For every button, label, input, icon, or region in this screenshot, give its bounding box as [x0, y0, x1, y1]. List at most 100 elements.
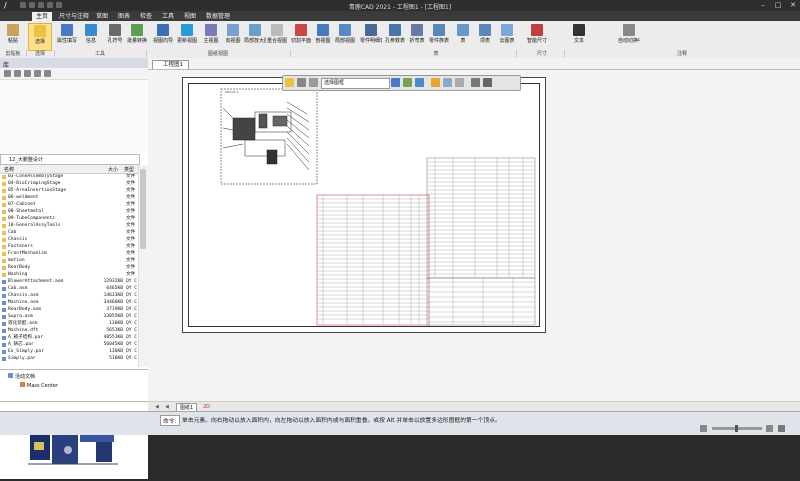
file-row[interactable]: 05-AreaInsertionStage 文件	[0, 188, 138, 194]
file-row[interactable]: Machine.asm 34466KB QY C	[0, 300, 138, 306]
settings-icon[interactable]	[471, 78, 480, 87]
ribbon-button-10[interactable]: 局部放大图	[244, 23, 266, 49]
tab-inspect[interactable]: 检查	[136, 12, 156, 21]
ribbon-button-21[interactable]: 云图表	[496, 23, 518, 49]
ribbon-button-14[interactable]: 局部视图	[334, 23, 356, 49]
zoom-out-icon[interactable]	[700, 425, 707, 432]
tree-item-mass-center[interactable]: Mass Center	[20, 382, 58, 389]
parts-list-table-left[interactable]	[316, 194, 430, 326]
file-row[interactable]: Chassis 文件	[0, 237, 138, 243]
ribbon-button-17[interactable]: 折弯表	[406, 23, 428, 49]
file-row[interactable]: 10-GeneralAssyTools 文件	[0, 223, 138, 229]
file-list-scrollbar[interactable]	[138, 165, 148, 367]
tab-dimension[interactable]: 尺寸与注释	[55, 12, 93, 21]
file-row[interactable]: Fasteners 文件	[0, 244, 138, 250]
minimize-button[interactable]: –	[756, 0, 770, 11]
file-row[interactable]: Chassis.asm 14633KB QY C	[0, 293, 138, 299]
rectangle-select-icon[interactable]	[431, 78, 440, 87]
file-row[interactable]: RearBody.asm 3719KB QY C	[0, 307, 138, 313]
ribbon-button-11[interactable]: 重合视图	[266, 23, 288, 49]
column-size[interactable]: 大小	[108, 166, 118, 173]
file-row[interactable]: 06-weldment 文件	[0, 195, 138, 201]
fit-view-icon[interactable]	[778, 425, 785, 432]
ribbon-button-16[interactable]: 孔参数表	[384, 23, 406, 49]
drawing-sheet[interactable]: GROUP 2	[182, 77, 546, 333]
file-row[interactable]: 04-BioCrimpingStage 文件	[0, 181, 138, 187]
filter-funnel-icon[interactable]	[403, 78, 412, 87]
ribbon-button-8[interactable]: 主视图	[200, 23, 222, 49]
ribbon-button-23[interactable]: 文本	[568, 23, 590, 49]
ribbon-button-3[interactable]: 信息	[80, 23, 102, 49]
close-button[interactable]: ✕	[786, 0, 800, 11]
ribbon-button-6[interactable]: 视图向导	[152, 23, 174, 49]
file-row[interactable]: 09-TubeComponents 文件	[0, 216, 138, 222]
file-row[interactable]: Supra.asm 33055KB QY C	[0, 314, 138, 320]
ribbon-button-22[interactable]: 智能尺寸	[526, 23, 548, 49]
sheet-tab-2d[interactable]: 2D	[200, 403, 213, 411]
file-row[interactable]: A_箱子结构.par 40551KB QY C	[0, 335, 138, 341]
ribbon-button-5[interactable]: 批量转换	[126, 23, 148, 49]
tab-data-management[interactable]: 数据管理	[202, 12, 234, 21]
drawing-workspace[interactable]: 工程图1 GROUP 2 选择图框	[148, 58, 800, 420]
tab-sketch[interactable]: 草图	[92, 12, 112, 21]
ribbon-button-15[interactable]: 零件明细表	[360, 23, 382, 49]
ribbon-button-0[interactable]: 粘贴	[2, 23, 24, 49]
ribbon-button-12[interactable]: 切割平面	[290, 23, 312, 49]
forward-icon[interactable]	[14, 70, 21, 77]
select-filter-icon[interactable]	[415, 78, 424, 87]
ribbon-button-24[interactable]: 自动切换中心线	[618, 23, 640, 49]
file-row[interactable]: FrontMechanism 文件	[0, 251, 138, 257]
ribbon-button-2[interactable]: 属性填写	[56, 23, 78, 49]
file-row[interactable]: Machine.dft 5651KB QY C	[0, 328, 138, 334]
polygon-select-icon[interactable]	[443, 78, 452, 87]
parts-list-table-right[interactable]	[426, 157, 536, 326]
maximize-button[interactable]: □	[771, 0, 785, 11]
file-row[interactable]: Washing 文件	[0, 272, 138, 278]
ribbon-button-9[interactable]: 向视图	[222, 23, 244, 49]
file-row[interactable]: RearBody 文件	[0, 265, 138, 271]
ribbon-button-19[interactable]: 表	[452, 23, 474, 49]
close-toolbar-icon[interactable]	[483, 78, 492, 87]
tab-chart[interactable]: 图表	[114, 12, 134, 21]
scrollbar-thumb[interactable]	[140, 169, 146, 249]
up-folder-icon[interactable]	[24, 70, 31, 77]
select-tool-icon[interactable]	[285, 78, 294, 87]
column-type[interactable]: 类型	[124, 166, 134, 173]
frame-type-select[interactable]: 选择图框	[321, 78, 390, 89]
tab-tools[interactable]: 工具	[158, 12, 178, 21]
file-row[interactable]: Cab 文件	[0, 230, 138, 236]
file-row[interactable]: A_铸芯.par 56045KB QY C	[0, 342, 138, 348]
ribbon-button-18[interactable]: 零件族表	[428, 23, 450, 49]
file-row[interactable]: Ex_Simply.par 136KB QY C	[0, 349, 138, 355]
back-icon[interactable]	[4, 70, 11, 77]
lasso-select-icon[interactable]	[455, 78, 464, 87]
file-row[interactable]: 液化装配.asm 136KB QY C	[0, 321, 138, 327]
path-bar[interactable]: 12_大鹏整设计	[0, 154, 140, 165]
file-row[interactable]: 07-Cabinet 文件	[0, 202, 138, 208]
column-name[interactable]: 名称	[4, 166, 14, 173]
file-row[interactable]: BlowerAttachment.asm 12932KB QY C	[0, 279, 138, 285]
ribbon-button-4[interactable]: 孔符号	[104, 23, 126, 49]
file-row[interactable]: Simply.par 516KB QY C	[0, 356, 138, 362]
tab-home[interactable]: 主页	[32, 12, 53, 21]
ribbon-button-20[interactable]: 项表	[474, 23, 496, 49]
options-icon[interactable]	[309, 78, 318, 87]
tab-view[interactable]: 视图	[180, 12, 200, 21]
refresh-icon[interactable]	[44, 70, 51, 77]
file-row[interactable]: 03-ConeAssemblyStage 文件	[0, 174, 138, 180]
ribbon-button-1[interactable]: 选择	[28, 23, 52, 51]
file-row[interactable]: 08-Sheetmetal 文件	[0, 209, 138, 215]
pointer-icon[interactable]	[391, 78, 400, 87]
home-icon[interactable]	[34, 70, 41, 77]
filter-icon[interactable]	[297, 78, 306, 87]
file-row[interactable]: Cab.asm 6465KB QY C	[0, 286, 138, 292]
sheet-nav-first-icon[interactable]: ◀	[152, 403, 162, 411]
file-row[interactable]: motion 文件	[0, 258, 138, 264]
zoom-in-icon[interactable]	[766, 425, 773, 432]
tree-root[interactable]: 活动文档	[8, 373, 35, 380]
machine-view[interactable]	[222, 101, 310, 171]
zoom-slider-thumb[interactable]	[735, 425, 738, 432]
ribbon-button-7[interactable]: 更新视图	[176, 23, 198, 49]
ribbon-button-13[interactable]: 剖视图	[312, 23, 334, 49]
sheet-nav-prev-icon[interactable]: ◀	[162, 403, 172, 411]
